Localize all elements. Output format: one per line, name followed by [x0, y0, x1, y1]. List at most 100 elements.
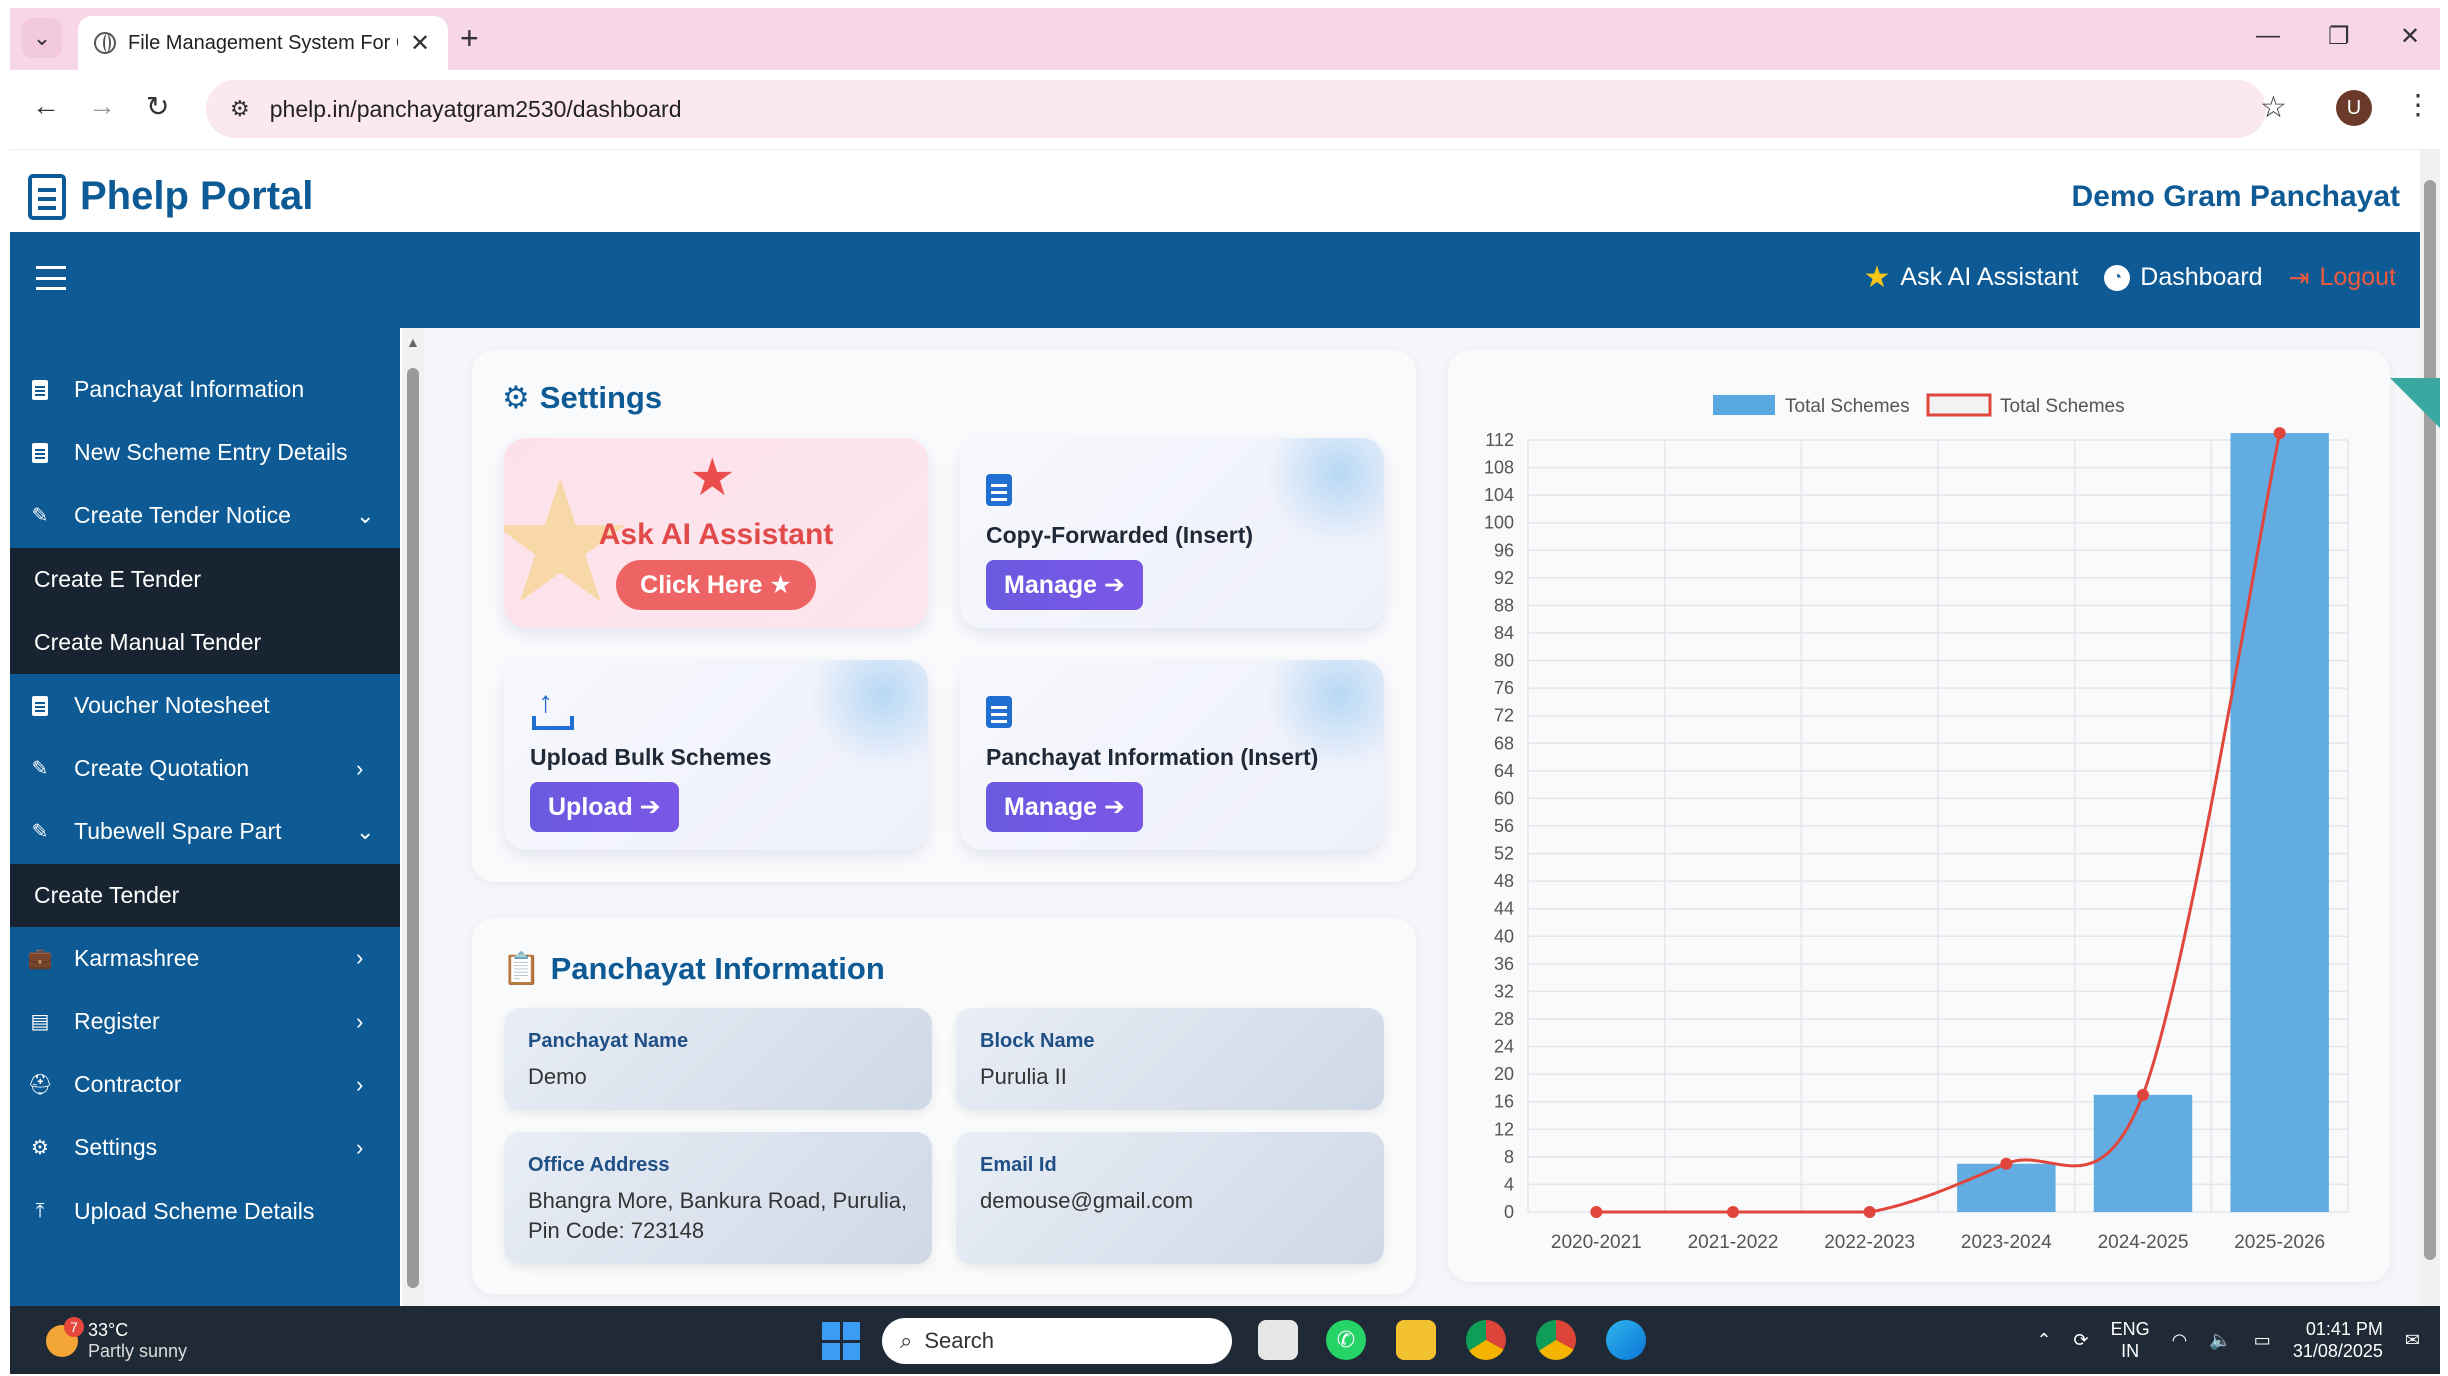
upload-bulk-title: Upload Bulk Schemes	[530, 744, 772, 770]
scroll-up-arrow-icon[interactable]: ▲	[406, 334, 420, 350]
settings-title: Settings	[539, 380, 663, 415]
volume-icon[interactable]: 🔈	[2209, 1330, 2231, 1351]
y-tick-label: 108	[1484, 458, 1514, 478]
chevron-down-icon: ⌄	[356, 502, 375, 528]
hardhat-icon: ⛑	[27, 1074, 53, 1097]
url-bar[interactable]: ⚙ phelp.in/panchayatgram2530/dashboard	[206, 80, 2266, 138]
clock[interactable]: 01:41 PM 31/08/2025	[2293, 1318, 2383, 1362]
sync-icon[interactable]: ⟳	[2074, 1330, 2089, 1351]
sidebar-item-label: Tubewell Spare Part	[74, 818, 282, 845]
chrome-icon[interactable]	[1466, 1320, 1506, 1360]
panchayat-info-title: Panchayat Information	[550, 950, 885, 986]
brand-title[interactable]: Phelp Portal	[80, 174, 313, 219]
chevron-right-icon: ›	[356, 945, 364, 971]
chrome-profile-icon[interactable]	[1536, 1320, 1576, 1360]
ai-assistant-tile[interactable]: ★ ★ Ask AI Assistant Click Here ★	[504, 438, 928, 628]
back-button[interactable]: ←	[32, 90, 60, 122]
bookmark-star-icon[interactable]: ☆	[2260, 90, 2287, 125]
close-window-button[interactable]: ✕	[2400, 22, 2420, 51]
ai-click-here-button[interactable]: Click Here ★	[616, 560, 816, 610]
sidebar-item[interactable]: 💼 Karmashree ›	[10, 927, 400, 990]
tab-search-button[interactable]: ⌄	[22, 18, 62, 58]
sidebar-item[interactable]: Voucher Notesheet	[10, 674, 400, 737]
document-icon	[28, 694, 52, 718]
panchayat-name: Demo Gram Panchayat	[2071, 180, 2400, 213]
sidebar-item[interactable]: Create E Tender	[10, 547, 400, 611]
windows-start-icon[interactable]	[822, 1322, 860, 1360]
battery-icon[interactable]: ▭	[2254, 1330, 2271, 1351]
sidebar-item-label: Create Tender	[34, 881, 180, 908]
hamburger-menu-icon[interactable]	[36, 266, 66, 290]
language-indicator[interactable]: ENG IN	[2111, 1318, 2150, 1362]
restore-button[interactable]: ❐	[2328, 22, 2350, 51]
logo-document-icon	[28, 174, 66, 220]
taskbar-search[interactable]: ⌕ Search	[882, 1318, 1232, 1364]
sidebar-item[interactable]: ✎ Create Tender Notice ⌄	[10, 484, 400, 547]
y-tick-label: 4	[1504, 1174, 1514, 1194]
weather-temp: 33°C	[88, 1320, 129, 1340]
nav-ai-assistant[interactable]: ★ Ask AI Assistant	[1864, 260, 2079, 295]
y-tick-label: 12	[1494, 1119, 1514, 1139]
sidebar-item[interactable]: ▤ Register ›	[10, 990, 400, 1053]
sidebar-item[interactable]: Panchayat Information	[10, 358, 400, 421]
y-tick-label: 52	[1494, 844, 1514, 864]
new-tab-button[interactable]: +	[460, 20, 479, 57]
clipboard-icon	[986, 696, 1012, 728]
y-tick-label: 80	[1494, 651, 1514, 671]
star-icon: ★	[1863, 261, 1891, 294]
browser-menu-icon[interactable]: ⋮	[2404, 88, 2432, 121]
sidebar-item[interactable]: New Scheme Entry Details	[10, 421, 400, 484]
file-explorer-icon[interactable]	[1396, 1320, 1436, 1360]
sidebar-item[interactable]: ✎ Create Quotation ›	[10, 737, 400, 800]
sidebar-scroll-thumb[interactable]	[407, 368, 419, 1288]
sidebar-item[interactable]: ✎ Tubewell Spare Part ⌄	[10, 800, 400, 863]
minimize-button[interactable]: —	[2256, 22, 2280, 50]
whatsapp-icon[interactable]: ✆	[1326, 1320, 1366, 1360]
gear-icon: ⚙	[502, 380, 530, 415]
wifi-icon[interactable]: ◠	[2172, 1330, 2188, 1351]
page-scrollbar[interactable]	[2420, 150, 2440, 1306]
sidebar-item-label: Register	[74, 1008, 160, 1034]
legend-swatch	[1926, 393, 1992, 417]
sidebar-item[interactable]: Create Manual Tender	[10, 610, 400, 674]
legend-swatch	[1713, 395, 1775, 415]
chevron-up-icon[interactable]: ⌃	[2036, 1330, 2051, 1351]
info-value: demouse@gmail.com	[980, 1188, 1194, 1213]
sidebar-scrollbar[interactable]: ▲	[402, 328, 424, 1306]
panchayat-info-manage-button[interactable]: Manage ➔	[986, 782, 1143, 832]
panchayat-info-insert-title: Panchayat Information (Insert)	[986, 744, 1319, 770]
chart-point	[2000, 1157, 2013, 1170]
sidebar-item[interactable]: Create Tender	[10, 863, 400, 927]
chevron-right-icon: ›	[356, 1134, 364, 1160]
chart-point	[1863, 1206, 1876, 1218]
upload-button[interactable]: Upload ➔	[530, 782, 679, 832]
edge-icon[interactable]	[1606, 1320, 1646, 1360]
sidebar-item[interactable]: ⚙ Settings ›	[10, 1116, 400, 1179]
reload-button[interactable]: ↻	[146, 90, 169, 123]
sidebar-item[interactable]: ⛑ Contractor ›	[10, 1053, 400, 1116]
edit-icon: ✎	[31, 821, 49, 844]
book-icon: ▤	[30, 1011, 50, 1033]
weather-desc: Partly sunny	[88, 1341, 188, 1361]
browser-tab[interactable]: File Management System For G ✕	[78, 16, 448, 70]
copy-forwarded-manage-button[interactable]: Manage ➔	[986, 560, 1143, 610]
profile-avatar[interactable]: U	[2336, 90, 2372, 126]
y-tick-label: 96	[1494, 540, 1514, 560]
sidebar-item[interactable]: ⤒ Upload Scheme Details	[10, 1180, 400, 1243]
site-settings-icon[interactable]: ⚙	[230, 96, 250, 122]
gauge-icon: ◔	[2104, 264, 2131, 291]
page-scroll-thumb[interactable]	[2424, 180, 2436, 1260]
task-view-icon[interactable]	[1258, 1320, 1298, 1360]
chart-bar	[1957, 1163, 2056, 1212]
logout-icon: ⇥	[2288, 263, 2310, 292]
sidebar-item-label: Create Quotation	[74, 755, 250, 782]
forward-button[interactable]: →	[88, 90, 116, 122]
sidebar-item-label: Contractor	[74, 1071, 182, 1098]
sidebar-item-label: Voucher Notesheet	[74, 692, 270, 718]
weather-widget[interactable]: 7 33°C Partly sunny	[46, 1317, 188, 1362]
notification-icon[interactable]: ✉	[2405, 1330, 2420, 1351]
nav-dashboard[interactable]: ◔ Dashboard	[2104, 263, 2263, 292]
nav-logout[interactable]: ⇥ Logout	[2289, 263, 2396, 293]
info-value: Bhangra More, Bankura Road, Purulia, Pin…	[528, 1188, 908, 1243]
close-tab-icon[interactable]: ✕	[410, 29, 430, 58]
